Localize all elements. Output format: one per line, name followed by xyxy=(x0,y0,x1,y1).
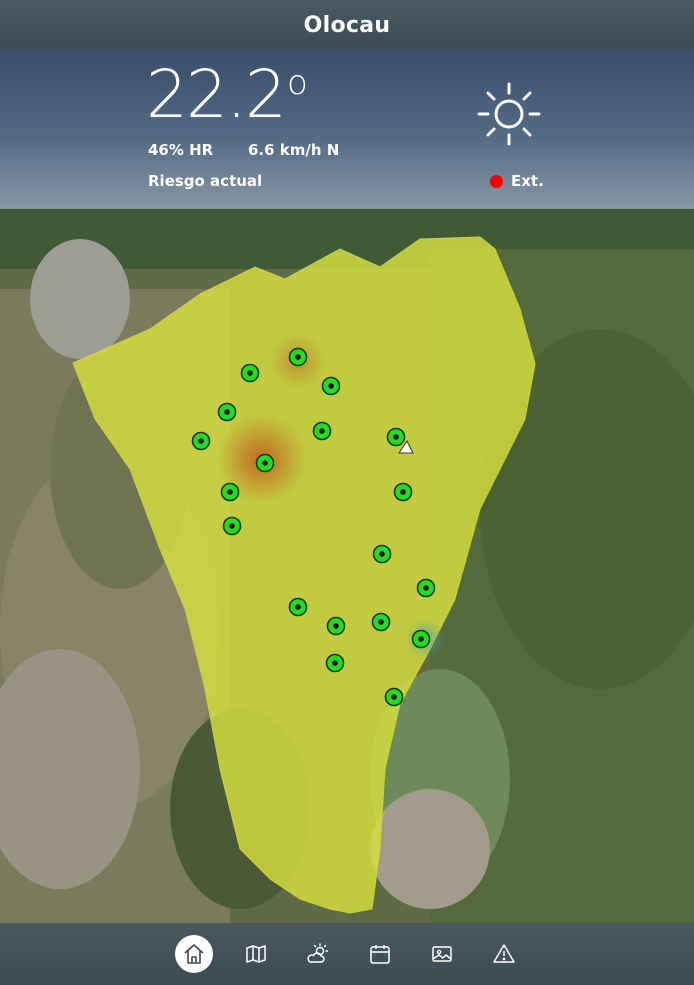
warning-icon xyxy=(493,944,515,963)
station-marker[interactable] xyxy=(217,402,237,422)
station-marker[interactable] xyxy=(222,516,242,536)
page-title: Olocau xyxy=(303,12,391,38)
station-marker[interactable] xyxy=(326,616,346,636)
bottom-nav xyxy=(0,923,694,985)
wind-value: 6.6 km/h N xyxy=(248,141,340,159)
calendar-icon xyxy=(370,945,390,964)
home-icon xyxy=(184,944,204,964)
map-icon xyxy=(246,945,266,963)
station-marker[interactable] xyxy=(386,427,406,447)
humidity-value: 46% HR xyxy=(148,141,214,159)
temperature-value: 22.2 xyxy=(146,56,287,133)
station-marker[interactable] xyxy=(321,376,341,396)
nav-gallery-button[interactable] xyxy=(423,935,461,973)
nav-calendar-button[interactable] xyxy=(361,935,399,973)
station-marker[interactable] xyxy=(220,482,240,502)
station-marker[interactable] xyxy=(191,431,211,451)
station-marker[interactable] xyxy=(240,363,260,383)
station-marker[interactable] xyxy=(384,687,404,707)
station-marker[interactable] xyxy=(325,653,345,673)
station-marker[interactable] xyxy=(288,347,308,367)
station-marker[interactable] xyxy=(411,629,431,649)
station-marker[interactable] xyxy=(393,482,413,502)
station-marker[interactable] xyxy=(416,578,436,598)
risk-level-indicator: Ext. xyxy=(490,172,544,190)
station-marker[interactable] xyxy=(312,421,332,441)
map-view[interactable] xyxy=(0,209,694,923)
station-marker[interactable] xyxy=(371,612,391,632)
sun-cloud-icon xyxy=(307,943,329,963)
title-bar: Olocau xyxy=(0,0,694,50)
risk-level-label: Ext. xyxy=(511,172,544,190)
risk-dot xyxy=(490,174,503,188)
risk-label: Riesgo actual xyxy=(148,172,263,190)
nav-alerts-button[interactable] xyxy=(485,935,523,973)
sun-icon xyxy=(475,80,543,148)
weather-panel: 22.2o 46% HR 6.6 km/h N Riesgo actual Ex… xyxy=(0,50,694,209)
temperature-display: 22.2o xyxy=(146,62,308,128)
nav-home-button[interactable] xyxy=(175,935,213,973)
image-icon xyxy=(432,946,452,962)
station-marker[interactable] xyxy=(255,453,275,473)
degree-symbol: o xyxy=(286,63,308,103)
station-marker[interactable] xyxy=(288,597,308,617)
nav-forecast-button[interactable] xyxy=(299,935,337,973)
station-marker[interactable] xyxy=(372,544,392,564)
nav-map-button[interactable] xyxy=(237,935,275,973)
